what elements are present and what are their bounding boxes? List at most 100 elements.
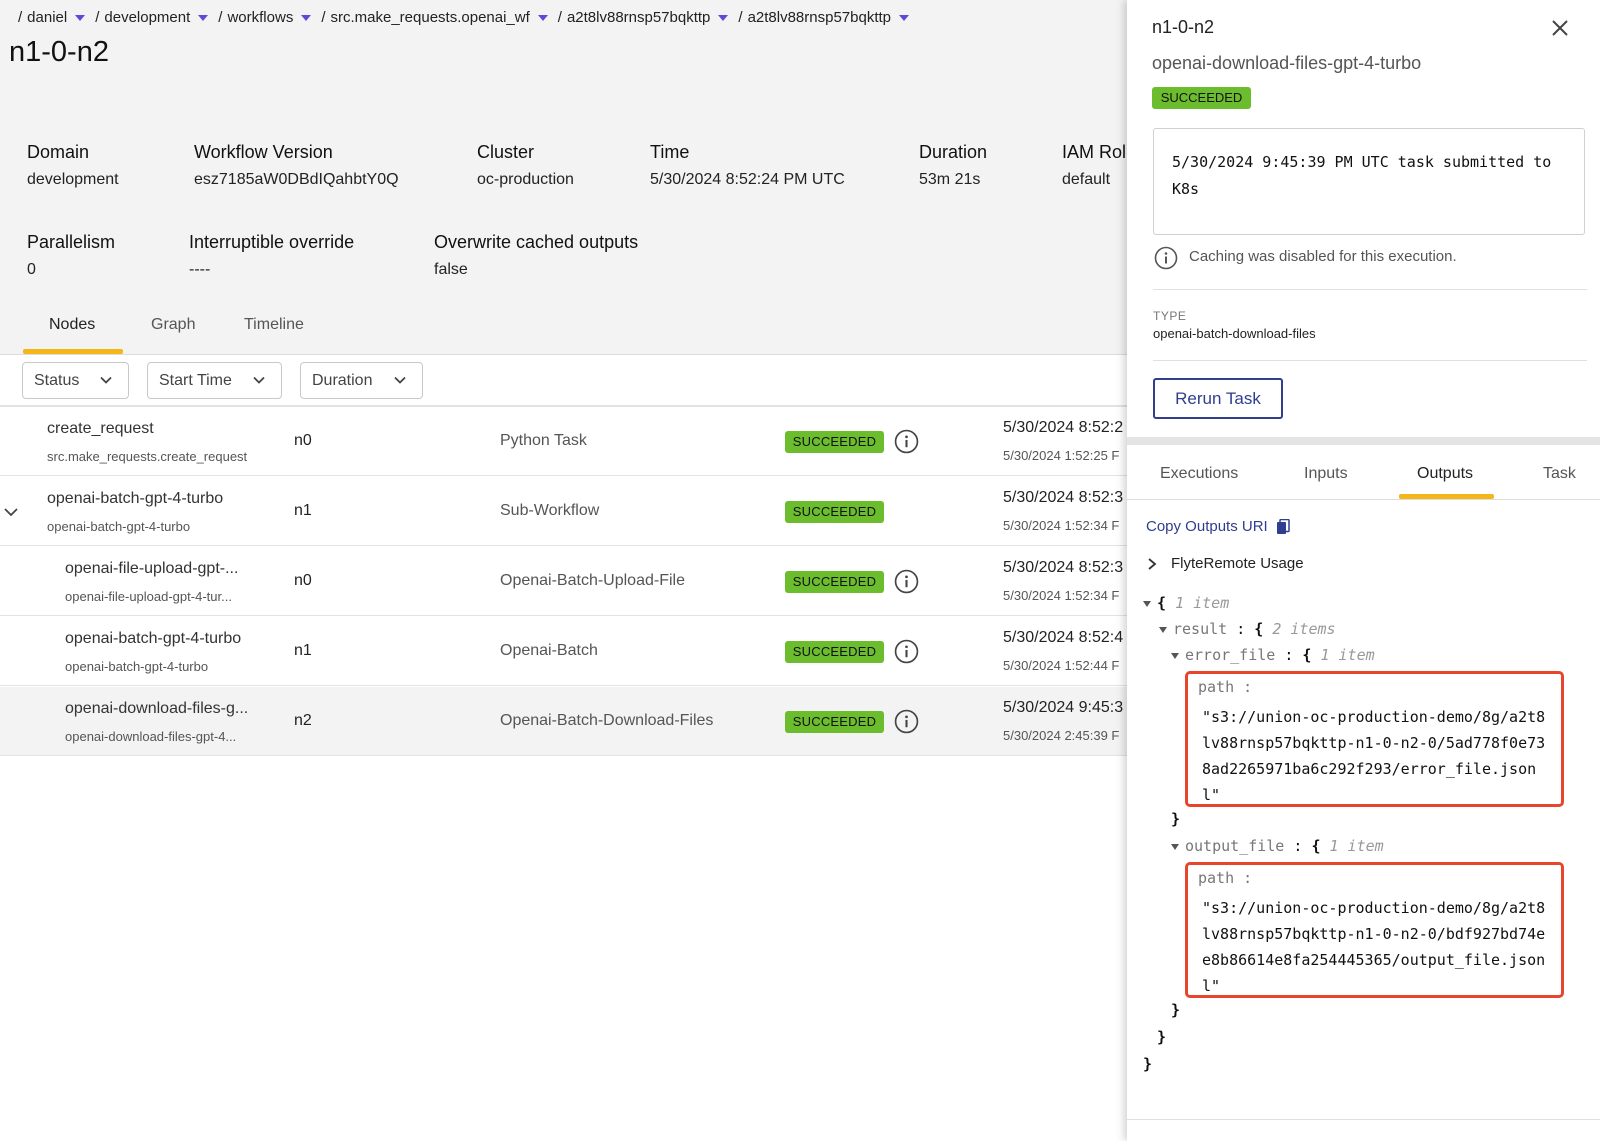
json-key-label: path <box>1198 678 1235 696</box>
table-row[interactable]: create_request src.make_requests.create_… <box>0 407 1127 476</box>
node-task-name: openai-file-upload-gpt-4-tur... <box>65 589 232 604</box>
caret-down-icon <box>301 15 312 21</box>
json-close-brace: } <box>1171 810 1181 828</box>
filter-label: Status <box>34 371 80 389</box>
filter-start-time[interactable]: Start Time <box>147 362 282 399</box>
meta-label: Interruptible override <box>189 232 355 252</box>
meta-parallelism: Parallelism 0 <box>27 232 115 279</box>
node-type: Openai-Batch-Upload-File <box>500 572 685 589</box>
caret-down-icon[interactable] <box>1171 652 1179 659</box>
node-type: Openai-Batch <box>500 642 598 659</box>
meta-interruptible: Interruptible override ---- <box>189 232 354 279</box>
info-icon[interactable] <box>894 709 919 734</box>
info-icon[interactable] <box>894 429 919 454</box>
breadcrumb-item-workflow[interactable]: / src.make_requests.openai_wf <box>321 9 557 26</box>
node-task-name: openai-batch-gpt-4-turbo <box>47 519 191 534</box>
meta-duration: Duration 53m 21s <box>919 142 987 189</box>
breadcrumb-item-execution[interactable]: / a2t8lv88rnsp57bqkttp <box>558 9 739 26</box>
breadcrumb-label: development <box>104 8 191 26</box>
divider <box>1127 499 1600 500</box>
copy-outputs-uri-link[interactable]: Copy Outputs URI <box>1146 518 1290 535</box>
breadcrumb-item-domain[interactable]: / development <box>95 9 218 26</box>
rerun-task-button[interactable]: Rerun Task <box>1153 378 1283 419</box>
json-node-output-file: output_file : { 1 item <box>1171 837 1384 855</box>
breadcrumb-item-workflows[interactable]: / workflows <box>218 9 321 26</box>
json-node-error-file: error_file : { 1 item <box>1171 646 1375 664</box>
meta-value: development <box>27 171 119 188</box>
status-badge: SUCCEEDED <box>1152 87 1251 109</box>
tab-executions[interactable]: Executions <box>1160 465 1238 483</box>
filter-label: Start Time <box>159 371 232 389</box>
output-file-path-value: "s3://union-oc-production-demo/8g/a2t8lv… <box>1202 899 1546 995</box>
breadcrumb: / daniel / development / workflows / src.mak… <box>18 6 919 28</box>
filter-duration[interactable]: Duration <box>300 362 423 399</box>
flyte-remote-usage-toggle[interactable]: FlyteRemote Usage <box>1147 555 1304 572</box>
drawer-subtitle: openai-download-files-gpt-4-turbo <box>1152 53 1422 73</box>
highlighted-output-path: path : "s3://union-oc-production-demo/8g… <box>1185 862 1564 998</box>
table-row[interactable]: openai-batch-gpt-4-turbo openai-batch-gp… <box>0 617 1127 686</box>
meta-iam-role: IAM Rol default <box>1062 142 1126 189</box>
status-badge: SUCCEEDED <box>785 431 884 453</box>
section-separator <box>1127 437 1600 445</box>
filter-status[interactable]: Status <box>22 362 129 399</box>
meta-label: Duration <box>919 142 988 162</box>
breadcrumb-item-node[interactable]: / a2t8lv88rnsp57bqkttp <box>738 9 919 26</box>
tab-outputs[interactable]: Outputs <box>1417 465 1473 483</box>
meta-label: Domain <box>27 142 90 162</box>
caret-down-icon[interactable] <box>1159 626 1167 633</box>
chevron-down-icon <box>394 376 406 384</box>
node-type: Openai-Batch-Download-Files <box>500 712 714 729</box>
status-badge: SUCCEEDED <box>785 501 884 523</box>
table-row[interactable]: openai-batch-gpt-4-turbo openai-batch-gp… <box>0 477 1127 546</box>
execution-log: 5/30/2024 9:45:39 PM UTC task submitted … <box>1153 128 1585 235</box>
node-id: n0 <box>294 572 312 589</box>
info-icon[interactable] <box>894 639 919 664</box>
tab-timeline[interactable]: Timeline <box>244 316 304 334</box>
copy-icon <box>1276 518 1290 534</box>
meta-value: ---- <box>189 261 211 278</box>
caret-down-icon[interactable] <box>1143 600 1151 607</box>
breadcrumb-label: daniel <box>27 8 68 26</box>
node-type: Sub-Workflow <box>500 502 600 519</box>
highlighted-error-path: path : "s3://union-oc-production-demo/8g… <box>1185 671 1564 807</box>
tab-task[interactable]: Task <box>1543 465 1576 483</box>
node-type: Python Task <box>500 432 587 449</box>
tab-nodes[interactable]: Nodes <box>49 316 95 334</box>
breadcrumb-item-user[interactable]: / daniel <box>18 9 95 26</box>
json-count: 2 items <box>1272 620 1336 638</box>
json-count: 1 item <box>1175 594 1230 612</box>
meta-value: 53m 21s <box>919 171 981 188</box>
breadcrumb-label: a2t8lv88rnsp57bqkttp <box>566 8 711 26</box>
meta-time: Time 5/30/2024 8:52:24 PM UTC <box>650 142 845 189</box>
meta-value: esz7185aW0DBdIQahbtY0Q <box>194 171 399 188</box>
close-icon[interactable] <box>1549 17 1571 39</box>
table-row[interactable]: openai-file-upload-gpt-... openai-file-u… <box>0 547 1127 616</box>
json-count: 1 item <box>1329 837 1384 855</box>
chevron-down-icon[interactable] <box>2 503 20 521</box>
info-icon[interactable] <box>894 569 919 594</box>
json-key-label: path <box>1198 869 1235 887</box>
execution-header: / daniel / development / workflows / src.mak… <box>0 0 1127 355</box>
meta-domain: Domain development <box>27 142 119 189</box>
meta-label: Overwrite cached outputs <box>434 232 639 252</box>
caret-down-icon[interactable] <box>1171 843 1179 850</box>
json-node-result: result : { 2 items <box>1159 620 1336 638</box>
tab-inputs[interactable]: Inputs <box>1304 465 1348 483</box>
json-close-brace: } <box>1157 1028 1167 1046</box>
divider <box>1153 360 1587 361</box>
table-row-selected[interactable]: openai-download-files-g... openai-downlo… <box>0 687 1127 756</box>
start-time-local: 5/30/2024 1:52:34 F <box>1003 518 1120 533</box>
tab-graph[interactable]: Graph <box>151 316 195 334</box>
node-id: n1 <box>294 642 312 659</box>
caching-note: Caching was disabled for this execution. <box>1189 248 1457 265</box>
json-key: path : <box>1198 869 1253 887</box>
filter-label: Duration <box>312 371 373 389</box>
json-key: path : <box>1198 678 1253 696</box>
meta-label: Parallelism <box>27 232 116 252</box>
start-time: 5/30/2024 8:52:4 <box>1003 629 1124 646</box>
node-name: openai-batch-gpt-4-turbo <box>65 630 242 647</box>
meta-overwrite-cache: Overwrite cached outputs false <box>434 232 638 279</box>
node-name: openai-file-upload-gpt-... <box>65 560 239 577</box>
json-close-brace: } <box>1171 1001 1181 1019</box>
node-name: openai-batch-gpt-4-turbo <box>47 490 224 507</box>
